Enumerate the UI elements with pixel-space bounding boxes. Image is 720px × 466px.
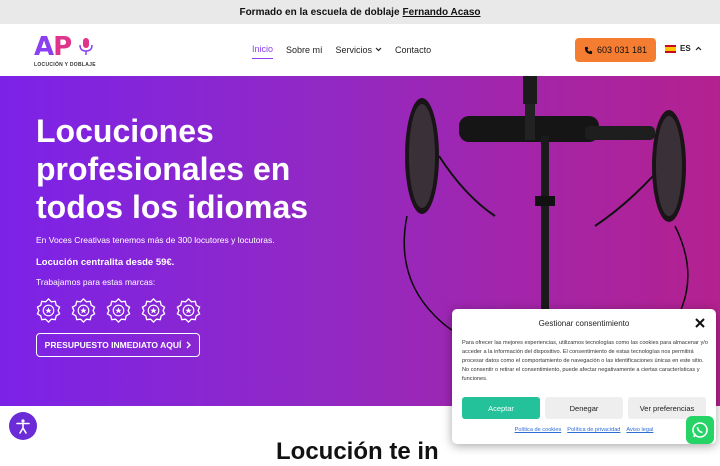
accessibility-icon (16, 419, 30, 434)
phone-button[interactable]: 603 031 181 (575, 38, 656, 62)
language-selector[interactable]: ES (665, 44, 702, 53)
privacy-policy-link[interactable]: Política de privacidad (567, 427, 620, 433)
nav-item-servicios[interactable]: Servicios (336, 44, 383, 59)
whatsapp-button[interactable] (686, 416, 714, 444)
hero-subtitle: En Voces Creativas tenemos más de 300 lo… (36, 235, 275, 245)
header: AP LOCUCIÓN Y DOBLAJE Inicio Sobre mí Se… (0, 24, 720, 76)
close-icon[interactable] (694, 317, 706, 329)
brand-badge-icon (176, 298, 201, 323)
hero-price: Locución centralita desde 59€. (36, 257, 175, 268)
consent-text: Para ofrecer las mejores experiencias, u… (462, 340, 708, 382)
chevron-right-icon (186, 341, 192, 349)
nav-item-inicio[interactable]: Inicio (252, 44, 274, 59)
hero-brands-label: Trabajamos para estas marcas: (36, 277, 156, 287)
brand-badge-icon (106, 298, 131, 323)
announcement-text: Formado en la escuela de doblaje (239, 6, 400, 18)
announcement-bar: Formado en la escuela de doblaje Fernand… (0, 0, 720, 24)
nav-item-sobre-mi[interactable]: Sobre mí (286, 44, 323, 59)
deny-button[interactable]: Denegar (545, 397, 623, 419)
logo-letter-p: P (53, 32, 72, 62)
cookie-consent-dialog: Gestionar consentimiento Para ofrecer la… (452, 309, 716, 444)
logo-letter-a: A (34, 32, 54, 62)
chevron-up-icon (695, 46, 702, 51)
brand-badge-icon (36, 298, 61, 323)
nav-item-contacto[interactable]: Contacto (395, 44, 431, 59)
main-nav: Inicio Sobre mí Servicios Contacto (252, 44, 431, 59)
section-title: Locución te in (276, 438, 439, 465)
hero-title: Locuciones profesionales en todos los id… (36, 113, 309, 225)
microphone-icon (79, 38, 93, 55)
brand-badge-icon (71, 298, 96, 323)
logo-subtitle: LOCUCIÓN Y DOBLAJE (34, 62, 96, 68)
announcement-link[interactable]: Fernando Acaso (403, 7, 481, 18)
cookie-policy-link[interactable]: Política de cookies (515, 427, 562, 433)
spain-flag-icon (665, 44, 676, 53)
accept-button[interactable]: Aceptar (462, 397, 540, 419)
phone-icon (584, 46, 593, 54)
accessibility-button[interactable] (9, 412, 37, 440)
quote-button[interactable]: PRESUPUESTO INMEDIATO AQUÍ (36, 333, 200, 357)
logo[interactable]: AP LOCUCIÓN Y DOBLAJE (34, 32, 100, 72)
brand-badges (36, 298, 201, 323)
legal-notice-link[interactable]: Aviso legal (626, 427, 653, 433)
whatsapp-icon (692, 422, 708, 438)
chevron-down-icon (375, 47, 382, 52)
brand-badge-icon (141, 298, 166, 323)
consent-title: Gestionar consentimiento (538, 319, 630, 328)
